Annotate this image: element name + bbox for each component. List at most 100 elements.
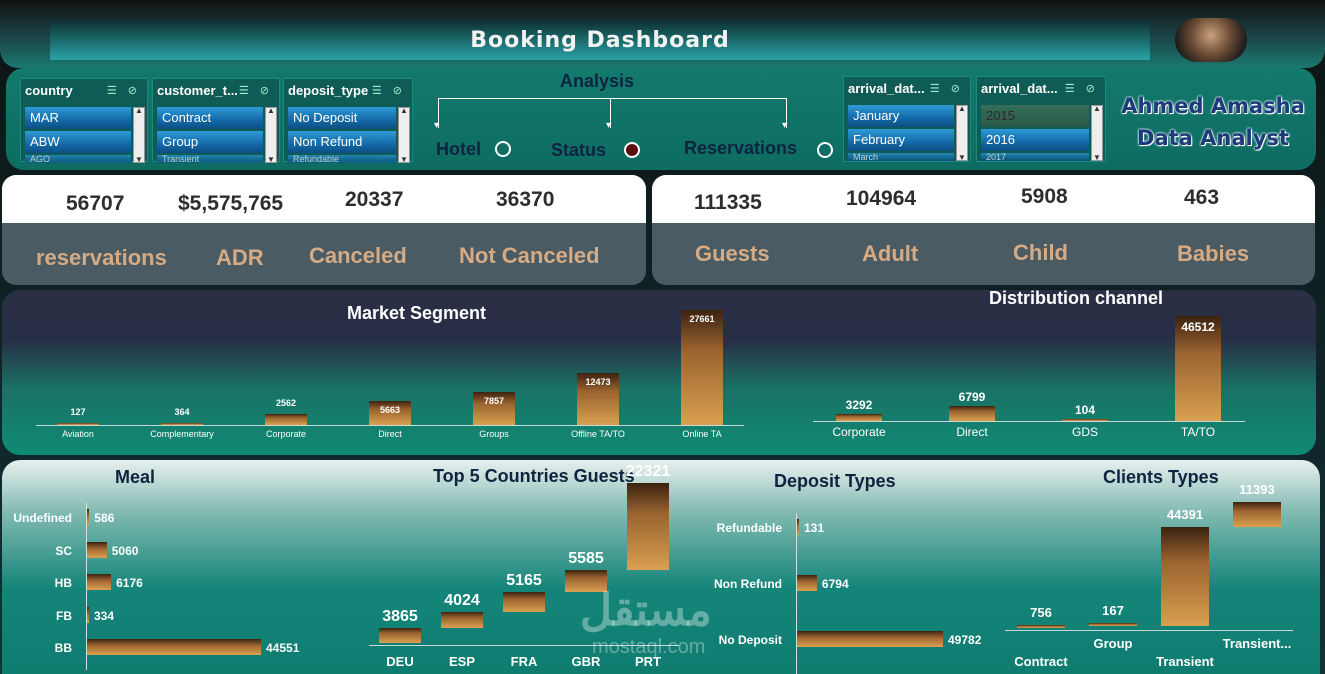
slicer-item[interactable]: Transient bbox=[157, 155, 263, 163]
category-label: FB bbox=[56, 608, 72, 623]
kpi-value: 463 bbox=[1184, 186, 1220, 209]
slicer-item[interactable]: MAR bbox=[25, 107, 131, 129]
kpi-value: 111335 bbox=[694, 191, 762, 214]
slicer-scrollbar[interactable] bbox=[265, 106, 277, 164]
deposit-title: Deposit Types bbox=[774, 471, 896, 491]
slicer-item[interactable]: 2015 bbox=[981, 105, 1089, 127]
kpi-label: Babies bbox=[1177, 241, 1250, 266]
bar-data-label: 5663 bbox=[379, 405, 401, 416]
slicer-item[interactable]: Refundable bbox=[288, 155, 396, 163]
category-label: SC bbox=[55, 543, 72, 558]
slicer-item[interactable]: February bbox=[848, 129, 954, 151]
page-title: Booking Dashboard bbox=[470, 27, 730, 53]
watermark-logo: مستقل bbox=[580, 586, 712, 635]
kpi-label: Canceled bbox=[309, 243, 407, 268]
category-label: Transient... bbox=[1222, 636, 1292, 651]
kpi-value: 20337 bbox=[345, 188, 404, 211]
category-label: Group bbox=[1093, 636, 1133, 651]
slicer-filter-icons[interactable]: ☰ ⊘ bbox=[107, 84, 141, 97]
slicer-scrollbar[interactable] bbox=[1091, 104, 1103, 162]
bar-data-label: 6794 bbox=[821, 577, 849, 591]
slicer-scrollbar[interactable] bbox=[133, 106, 145, 164]
chart-bar bbox=[87, 606, 89, 623]
slicer-arrival-year: arrival_dat... ☰ ⊘ 2015 2016 2017 bbox=[976, 76, 1106, 162]
kpi-value: 56707 bbox=[66, 192, 125, 215]
category-label: Transient bbox=[1156, 654, 1214, 669]
slicer-item[interactable]: Group bbox=[157, 131, 263, 153]
chart-bar bbox=[1062, 419, 1108, 421]
category-label: Offline TA/TO bbox=[571, 429, 625, 439]
slicer-filter-icons[interactable]: ☰ ⊘ bbox=[372, 84, 406, 97]
category-label: Direct bbox=[378, 429, 402, 439]
slicer-item[interactable]: 2016 bbox=[981, 129, 1089, 151]
brand-role: Data Analyst bbox=[1137, 126, 1289, 150]
kpi-label: ADR bbox=[216, 245, 264, 270]
category-label: Online TA bbox=[682, 429, 722, 439]
chart-bar bbox=[379, 627, 421, 643]
bar-data-label: 4024 bbox=[444, 592, 480, 610]
slicer-item[interactable]: Non Refund bbox=[288, 131, 396, 153]
category-label: Refundable bbox=[716, 521, 782, 535]
slicer-title: arrival_dat... bbox=[981, 81, 1058, 96]
radio-reservations[interactable] bbox=[817, 142, 833, 158]
bar-data-label: 46512 bbox=[1181, 320, 1215, 334]
slicer-deposit-type: deposit_type ☰ ⊘ No Deposit Non Refund R… bbox=[283, 78, 413, 164]
slicer-title: arrival_dat... bbox=[848, 81, 925, 96]
slicer-filter-icons[interactable]: ☰ ⊘ bbox=[239, 84, 273, 97]
kpi-label: reservations bbox=[36, 245, 167, 270]
clients-title: Clients Types bbox=[1103, 467, 1219, 487]
kpi-panel-guests: 111335 104964 5908 463 Guests Adult Chil… bbox=[652, 175, 1315, 285]
chart-bar bbox=[681, 310, 723, 425]
analysis-title: Analysis bbox=[560, 71, 635, 91]
bar-data-label: 127 bbox=[70, 407, 86, 417]
kpi-value: $5,575,765 bbox=[178, 192, 284, 215]
slicer-item[interactable]: 2017 bbox=[981, 153, 1089, 161]
slicer-item[interactable]: March bbox=[848, 153, 954, 161]
slicer-scrollbar[interactable] bbox=[956, 104, 968, 162]
slicer-scrollbar[interactable] bbox=[398, 106, 410, 164]
slicer-filter-icons[interactable]: ☰ ⊘ bbox=[930, 82, 964, 95]
slicer-item[interactable]: Contract bbox=[157, 107, 263, 129]
category-label: HB bbox=[54, 576, 72, 590]
kpi-label: Guests bbox=[695, 241, 770, 266]
chart-bar bbox=[503, 592, 545, 613]
radio-status[interactable] bbox=[624, 142, 640, 158]
bar-data-label: 3865 bbox=[382, 607, 418, 625]
meal-title: Meal bbox=[115, 467, 156, 487]
slicer-item[interactable]: January bbox=[848, 105, 954, 127]
slicer-filter-icons[interactable]: ☰ ⊘ bbox=[1065, 82, 1099, 95]
chart-baseline bbox=[36, 425, 744, 426]
avatar bbox=[1175, 18, 1247, 62]
radio-hotel[interactable] bbox=[495, 141, 511, 157]
bar-data-label: 11393 bbox=[1239, 482, 1275, 497]
chart-bar bbox=[87, 574, 112, 590]
slicer-item[interactable]: ABW bbox=[25, 131, 131, 153]
bar-data-label: 22321 bbox=[625, 463, 671, 480]
chart-bar bbox=[441, 612, 483, 628]
category-label: Corporate bbox=[265, 429, 307, 439]
watermark-text: mostaql.com bbox=[592, 636, 706, 658]
kpi-panel-reservations: 56707 $5,575,765 20337 36370 reservation… bbox=[2, 175, 646, 285]
category-label: Groups bbox=[479, 429, 509, 439]
bar-data-label: 12473 bbox=[585, 377, 611, 388]
slicer-item[interactable]: AGO bbox=[25, 155, 131, 163]
bar-data-label: 5585 bbox=[568, 550, 604, 568]
category-label: Aviation bbox=[62, 429, 94, 439]
radio-label-hotel: Hotel bbox=[436, 139, 481, 159]
bar-data-label: 104 bbox=[1074, 403, 1096, 417]
market-segment-title: Market Segment bbox=[347, 303, 487, 323]
chart-bar bbox=[797, 631, 943, 647]
chart-baseline bbox=[1005, 630, 1293, 631]
slicer-item[interactable]: No Deposit bbox=[288, 107, 396, 129]
bar-data-label: 44551 bbox=[266, 641, 300, 655]
countries-title: Top 5 Countries Guests bbox=[433, 466, 635, 486]
bar-data-label: 49782 bbox=[948, 633, 982, 647]
dashboard: Booking Dashboard country ☰ ⊘ MAR ABW AG… bbox=[0, 0, 1325, 674]
category-label: GDS bbox=[1071, 425, 1098, 439]
category-label: Contract bbox=[1014, 654, 1068, 669]
kpi-label: Adult bbox=[862, 241, 919, 266]
chart-bar bbox=[1233, 502, 1281, 528]
chart-bar bbox=[265, 414, 307, 425]
category-label: Corporate bbox=[832, 425, 886, 439]
slicer-arrival-month: arrival_dat... ☰ ⊘ January February Marc… bbox=[843, 76, 971, 162]
